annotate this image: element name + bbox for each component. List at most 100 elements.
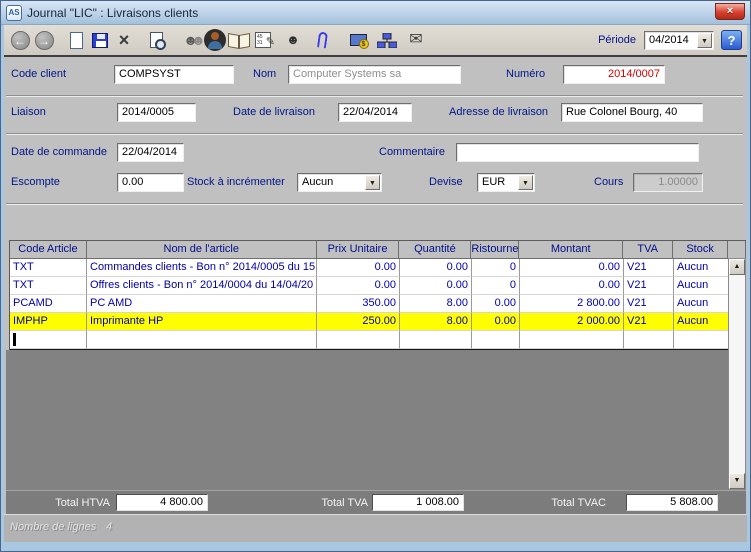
stock-incrementer-select[interactable]: Aucun▼ bbox=[297, 173, 382, 192]
total-htva-label: Total HTVA bbox=[26, 495, 110, 511]
forward-button[interactable]: → bbox=[32, 27, 56, 53]
window-title: Journal "LIC" : Livraisons clients bbox=[27, 6, 715, 20]
date-commande-label: Date de commande bbox=[11, 143, 107, 162]
scroll-down-button[interactable]: ▼ bbox=[729, 473, 745, 489]
devise-select[interactable]: EUR▼ bbox=[477, 173, 535, 192]
user-icon bbox=[204, 29, 226, 51]
new-document-icon bbox=[70, 32, 83, 49]
escompte-label: Escompte bbox=[11, 173, 60, 192]
column-header-montant[interactable]: Montant bbox=[519, 241, 623, 259]
chevron-down-icon[interactable]: ▼ bbox=[697, 33, 712, 48]
table-row[interactable]: TXT Commandes clients - Bon n° 2014/0005… bbox=[10, 259, 746, 277]
network-icon bbox=[377, 33, 397, 48]
column-header-spacer bbox=[728, 241, 746, 259]
coin-icon: $ bbox=[359, 39, 369, 49]
contact-button[interactable]: ☻ bbox=[281, 27, 305, 53]
total-tva-label: Total TVA bbox=[296, 495, 368, 511]
chevron-down-icon[interactable]: ▼ bbox=[365, 175, 380, 190]
line-count-value: 4 bbox=[106, 521, 112, 533]
table-row[interactable]: TXT Offres clients - Bon n° 2014/0004 du… bbox=[10, 277, 746, 295]
liaison-label: Liaison bbox=[11, 103, 46, 122]
date-livraison-field[interactable]: 22/04/2014 bbox=[338, 103, 412, 122]
payment-button[interactable]: $ bbox=[346, 27, 370, 53]
total-tvac-field: 5 808.00 bbox=[626, 494, 718, 511]
column-header-tva[interactable]: TVA bbox=[623, 241, 673, 259]
help-button[interactable]: ? bbox=[721, 30, 742, 50]
calendar-button[interactable]: 45 31✎ bbox=[251, 27, 275, 53]
search-preview-icon bbox=[150, 32, 163, 48]
email-icon: ✉ bbox=[409, 31, 422, 49]
column-header-ristourne[interactable]: Ristourne bbox=[471, 241, 519, 259]
money-icon: $ bbox=[350, 34, 367, 46]
table-scrollbar[interactable]: ▲ ▼ bbox=[728, 258, 746, 490]
app-icon: AS bbox=[6, 5, 22, 21]
cours-label: Cours bbox=[594, 173, 623, 192]
separator bbox=[6, 203, 743, 205]
total-htva-field: 4 800.00 bbox=[116, 494, 208, 511]
column-header-nom-article[interactable]: Nom de l'article bbox=[87, 241, 317, 259]
attachment-button[interactable] bbox=[310, 27, 334, 53]
table-row-empty[interactable] bbox=[10, 331, 746, 349]
code-client-field[interactable]: COMPSYST bbox=[114, 65, 234, 84]
save-button[interactable] bbox=[88, 27, 112, 53]
column-header-quantite[interactable]: Quantité bbox=[399, 241, 471, 259]
date-livraison-label: Date de livraison bbox=[233, 103, 315, 122]
adresse-livraison-label: Adresse de livraison bbox=[449, 103, 548, 122]
new-document-button[interactable] bbox=[64, 27, 88, 53]
text-caret bbox=[13, 333, 16, 346]
main-area: Code client COMPSYST Nom Computer System… bbox=[4, 57, 747, 542]
delete-button[interactable]: × bbox=[112, 27, 136, 53]
total-tvac-label: Total TVAC bbox=[544, 495, 606, 511]
forward-icon: → bbox=[35, 31, 54, 50]
adresse-livraison-field[interactable]: Rue Colonel Bourg, 40 bbox=[561, 103, 703, 122]
nom-label: Nom bbox=[253, 65, 276, 84]
clients-button[interactable]: ☻☻ bbox=[179, 27, 203, 53]
date-commande-field[interactable]: 22/04/2014 bbox=[117, 143, 184, 162]
app-window: AS Journal "LIC" : Livraisons clients × … bbox=[0, 0, 751, 552]
nom-field: Computer Systems sa bbox=[288, 65, 461, 84]
book-icon bbox=[228, 33, 250, 47]
code-client-label: Code client bbox=[11, 65, 66, 84]
stock-incrementer-label: Stock à incrémenter bbox=[187, 173, 285, 192]
table-header: Code Article Nom de l'article Prix Unita… bbox=[10, 241, 746, 259]
commentaire-field[interactable] bbox=[456, 143, 699, 162]
periode-label: Période bbox=[598, 34, 636, 46]
line-count-label: Nombre de lignes bbox=[10, 521, 96, 533]
column-header-code-article[interactable]: Code Article bbox=[10, 241, 87, 259]
save-icon bbox=[92, 33, 108, 48]
catalog-button[interactable] bbox=[227, 27, 251, 53]
client-file-button[interactable] bbox=[203, 27, 227, 53]
title-bar: AS Journal "LIC" : Livraisons clients × bbox=[1, 1, 750, 25]
periode-select[interactable]: 04/2014▼ bbox=[644, 31, 714, 50]
cours-field: 1.00000 bbox=[633, 173, 703, 192]
escompte-field[interactable]: 0.00 bbox=[117, 173, 184, 192]
table-row[interactable]: PCAMD PC AMD 350.00 8.00 0.00 2 800.00 V… bbox=[10, 295, 746, 313]
separator bbox=[6, 133, 743, 135]
devise-label: Devise bbox=[429, 173, 463, 192]
status-bar: Nombre de lignes 4 bbox=[4, 514, 747, 542]
close-button[interactable]: × bbox=[715, 3, 745, 20]
scroll-up-button[interactable]: ▲ bbox=[729, 259, 745, 275]
numero-field[interactable]: 2014/0007 bbox=[563, 65, 665, 84]
person-icon: ☻ bbox=[286, 32, 300, 48]
liaison-field[interactable]: 2014/0005 bbox=[117, 103, 196, 122]
calendar-icon: 45 31✎ bbox=[255, 32, 271, 48]
table-row-selected[interactable]: IMPHP Imprimante HP 250.00 8.00 0.00 2 0… bbox=[10, 313, 746, 331]
back-button[interactable]: ← bbox=[8, 27, 32, 53]
preview-button[interactable] bbox=[144, 27, 168, 53]
column-header-prix-unitaire[interactable]: Prix Unitaire bbox=[317, 241, 400, 259]
separator bbox=[6, 95, 743, 97]
delete-icon: × bbox=[119, 31, 130, 49]
column-header-stock[interactable]: Stock bbox=[673, 241, 728, 259]
toolbar: ← → × ☻☻ 45 31✎ ☻ $ ✉ Période 04/2014▼ ? bbox=[4, 25, 747, 57]
email-button[interactable]: ✉ bbox=[404, 27, 428, 53]
pencil-icon: ✎ bbox=[266, 36, 275, 49]
network-button[interactable] bbox=[375, 27, 399, 53]
totals-bar: Total HTVA 4 800.00 Total TVA 1 008.00 T… bbox=[6, 490, 746, 514]
chevron-down-icon[interactable]: ▼ bbox=[518, 175, 533, 190]
commentaire-label: Commentaire bbox=[379, 143, 445, 162]
lines-table: Code Article Nom de l'article Prix Unita… bbox=[9, 240, 746, 351]
users-group-icon: ☻☻ bbox=[183, 30, 198, 50]
paperclip-icon bbox=[316, 31, 327, 48]
table-empty-area bbox=[6, 350, 728, 490]
